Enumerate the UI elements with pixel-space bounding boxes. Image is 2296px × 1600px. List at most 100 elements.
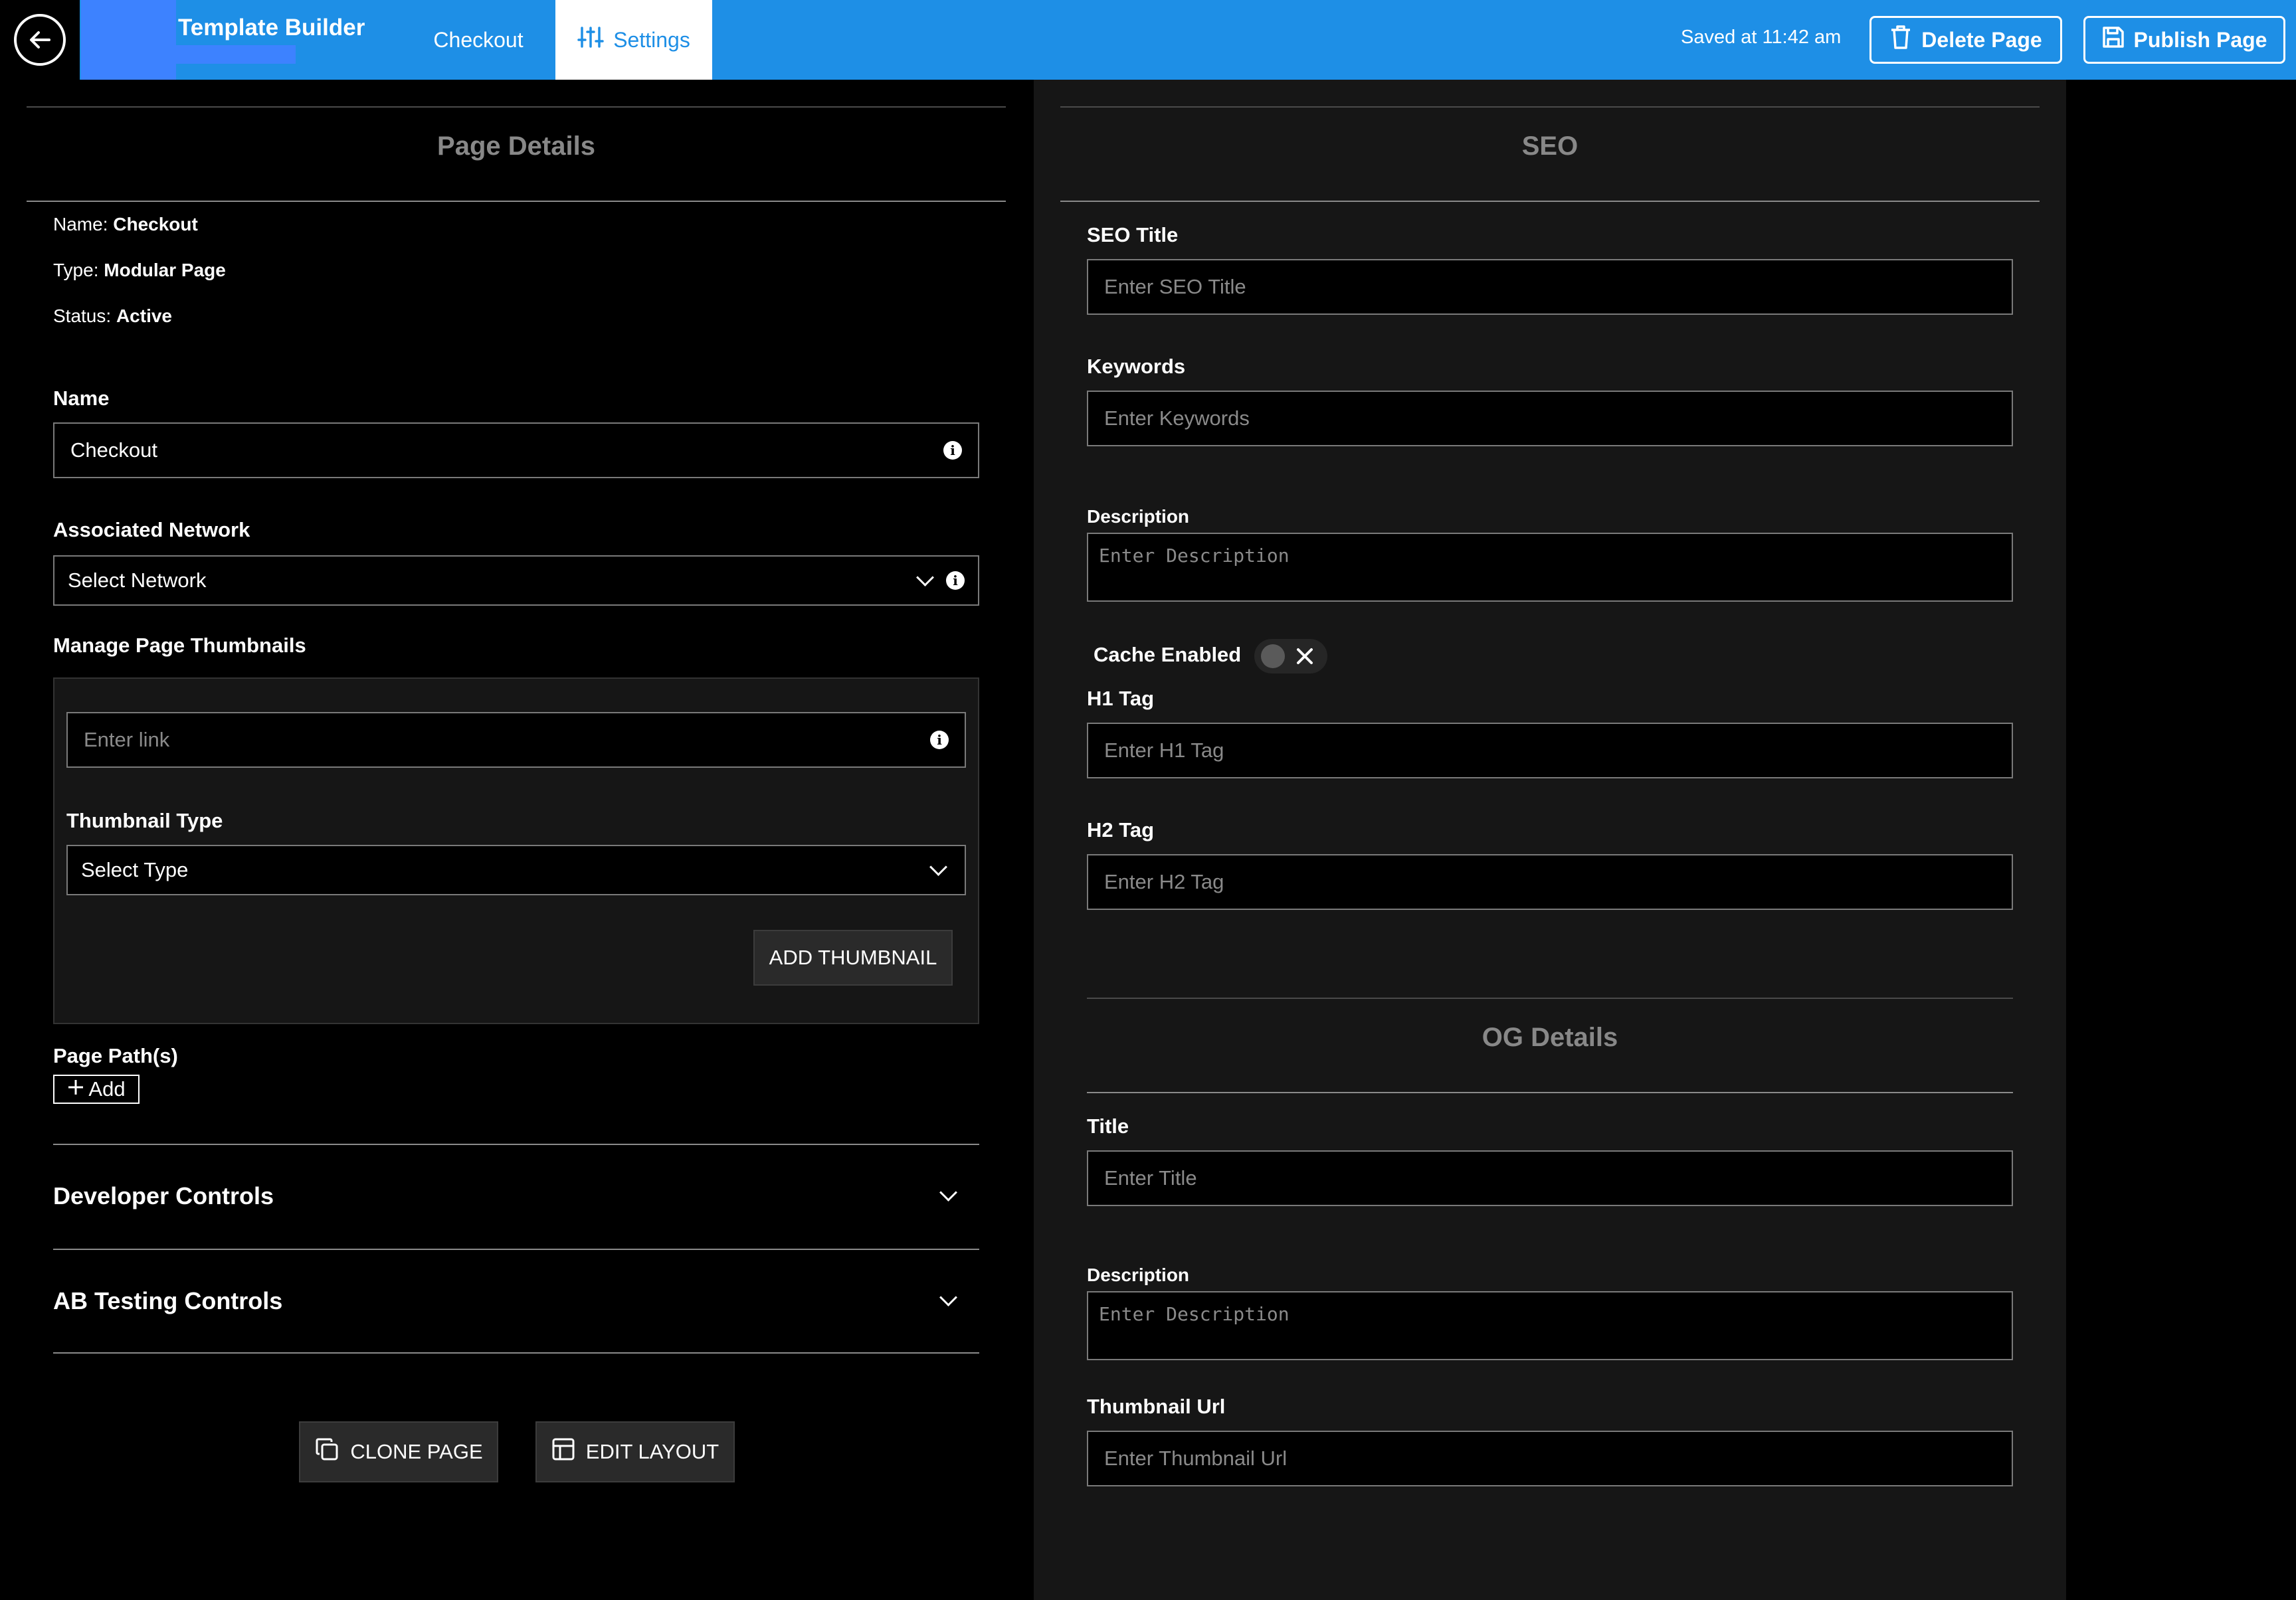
tab-checkout[interactable]: Checkout [399,0,558,80]
keywords-input[interactable]: Enter Keywords [1087,391,2013,446]
edit-layout-label: EDIT LAYOUT [585,1440,719,1463]
chevron-down-icon [916,568,934,586]
divider [1060,106,2040,108]
h1-tag-placeholder: Enter H1 Tag [1104,739,1224,762]
chevron-down-icon [929,857,947,876]
divider [53,1352,979,1354]
info-icon[interactable]: i [930,731,949,749]
thumbnail-type-select[interactable]: Select Type [66,845,966,895]
delete-page-button[interactable]: Delete Page [1869,16,2062,64]
tab-checkout-label: Checkout [433,27,524,52]
og-description-placeholder: Enter Description [1099,1303,1290,1325]
cache-toggle[interactable] [1254,639,1327,673]
right-gutter [2066,80,2296,1600]
delete-page-label: Delete Page [1921,27,2042,52]
page-details-title: Page Details [437,132,595,161]
thumbnail-url-placeholder: Enter Thumbnail Url [1104,1447,1288,1470]
h1-tag-input[interactable]: Enter H1 Tag [1087,723,2013,778]
tab-settings[interactable]: Settings [555,0,712,80]
plus-icon [67,1077,84,1101]
divider [27,106,1006,108]
thumbnail-link-input[interactable]: Enter link i [66,712,966,768]
divider [1060,201,2040,202]
saved-status: Saved at 11:42 am [1681,27,1842,48]
seo-description-textarea[interactable]: Enter Description [1087,533,2013,602]
page-paths-label: Page Path(s) [53,1044,178,1067]
info-type: Type: Modular Page [53,260,226,281]
network-select-value: Select Network [68,569,207,592]
info-icon[interactable]: i [946,571,965,590]
save-disk-icon [2102,26,2125,54]
name-label: Name [53,387,110,410]
name-input[interactable]: Checkout i [53,422,979,478]
seo-description-placeholder: Enter Description [1099,545,1290,567]
brand-logo-block [81,0,176,80]
add-path-button[interactable]: Add [53,1075,140,1104]
trash-icon [1889,25,1912,55]
info-type-value: Modular Page [104,260,226,280]
thumbnail-url-input[interactable]: Enter Thumbnail Url [1087,1431,2013,1486]
og-title-input[interactable]: Enter Title [1087,1150,2013,1206]
manage-thumbnails-label: Manage Page Thumbnails [53,634,306,657]
clone-page-label: CLONE PAGE [350,1440,483,1463]
og-details-title: OG Details [1482,1023,1618,1052]
h1-tag-label: H1 Tag [1087,687,1155,710]
seo-title-label: SEO Title [1087,223,1179,246]
publish-page-button[interactable]: Publish Page [2083,16,2285,64]
associated-network-label: Associated Network [53,518,250,541]
ab-testing-accordion[interactable]: AB Testing Controls [53,1250,979,1354]
brand-underline [176,45,296,64]
seo-title-placeholder: Enter SEO Title [1104,275,1246,298]
info-icon[interactable]: i [943,441,962,460]
publish-page-label: Publish Page [2133,27,2267,52]
info-name-value: Checkout [113,214,198,234]
info-type-key: Type: [53,260,99,280]
og-description-label: Description [1087,1265,1190,1285]
close-icon [1295,647,1314,669]
name-input-value: Checkout [70,438,157,462]
h2-tag-label: H2 Tag [1087,818,1155,842]
divider [1087,1092,2013,1093]
og-title-label: Title [1087,1114,1129,1138]
og-description-textarea[interactable]: Enter Description [1087,1291,2013,1360]
add-thumbnail-button[interactable]: ADD THUMBNAIL [753,930,953,986]
clone-page-button[interactable]: CLONE PAGE [299,1421,498,1482]
divider [1087,998,2013,999]
divider [27,201,1006,202]
h2-tag-input[interactable]: Enter H2 Tag [1087,854,2013,910]
keywords-placeholder: Enter Keywords [1104,406,1250,430]
seo-description-label: Description [1087,506,1190,527]
thumbnail-type-value: Select Type [81,858,189,881]
seo-title: SEO [1521,132,1578,161]
network-select[interactable]: Select Network i [53,555,979,606]
add-path-label: Add [88,1077,126,1101]
back-button[interactable] [0,0,80,80]
info-status: Status: Active [53,306,172,327]
chevron-down-icon [939,1289,957,1306]
ab-testing-title: AB Testing Controls [53,1287,283,1314]
sliders-icon [577,24,604,56]
thumbnail-url-label: Thumbnail Url [1087,1395,1226,1418]
back-arrow-icon [14,14,66,66]
og-title-placeholder: Enter Title [1104,1166,1197,1190]
edit-layout-button[interactable]: EDIT LAYOUT [535,1421,735,1482]
developer-controls-title: Developer Controls [53,1182,274,1209]
toggle-knob [1261,644,1285,668]
thumbnail-link-placeholder: Enter link [84,728,170,751]
info-status-key: Status: [53,306,112,326]
cache-enabled-label: Cache Enabled [1094,643,1242,666]
info-name-key: Name: [53,214,108,234]
add-thumbnail-label: ADD THUMBNAIL [769,946,937,969]
seo-title-input[interactable]: Enter SEO Title [1087,259,2013,315]
developer-controls-accordion[interactable]: Developer Controls [53,1145,979,1249]
app-title: Template Builder [178,15,365,41]
copy-icon [314,1437,339,1467]
layout-icon [551,1437,575,1467]
h2-tag-placeholder: Enter H2 Tag [1104,870,1224,893]
info-name: Name: Checkout [53,214,198,235]
keywords-label: Keywords [1087,355,1186,378]
tab-settings-label: Settings [613,27,690,52]
thumbnail-type-label: Thumbnail Type [66,809,223,832]
info-status-value: Active [116,306,172,326]
chevron-down-icon [939,1184,957,1201]
